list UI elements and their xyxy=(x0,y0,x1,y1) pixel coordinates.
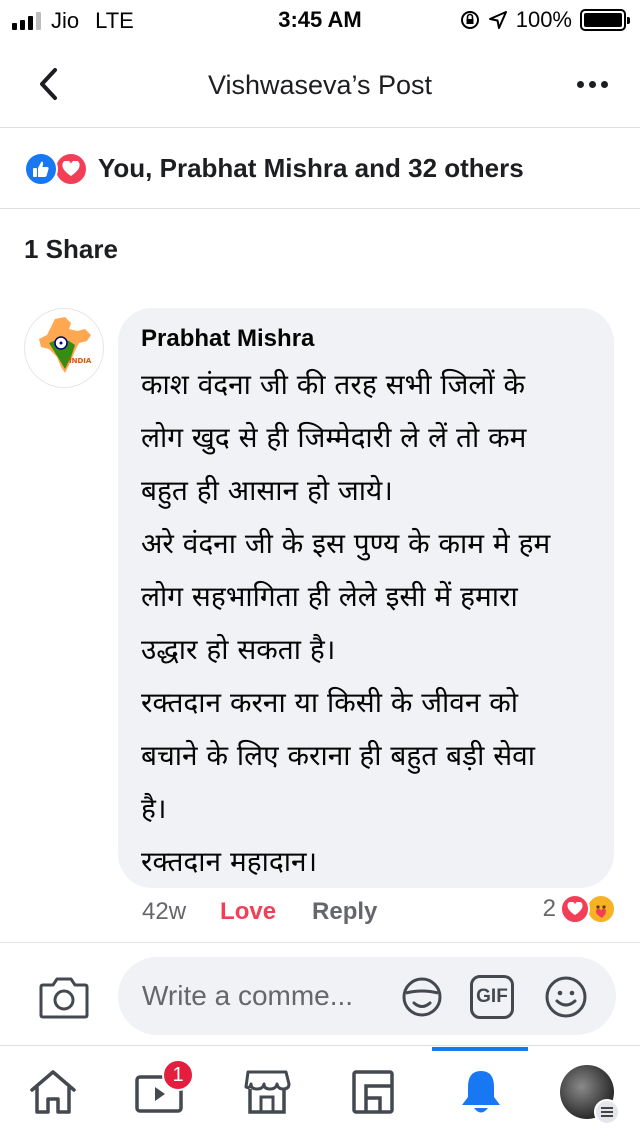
nav-home[interactable] xyxy=(8,1047,98,1136)
battery-percent: 100% xyxy=(515,7,572,32)
camera-icon xyxy=(39,977,89,1019)
comment-reply-button[interactable]: Reply xyxy=(312,898,377,926)
avatar[interactable]: INDIA xyxy=(24,308,104,388)
emoji-icon[interactable] xyxy=(544,975,588,1019)
reactions-summary-text: You, Prabhat Mishra and 32 others xyxy=(98,153,524,183)
gif-button[interactable]: GIF xyxy=(470,975,514,1019)
love-icon xyxy=(54,151,88,186)
nav-notifications[interactable] xyxy=(436,1047,526,1136)
comment-actions: 42w Love Reply xyxy=(142,898,377,926)
bottom-nav: 1 xyxy=(0,1047,640,1136)
bell-icon xyxy=(462,1070,500,1112)
gif-label: GIF xyxy=(476,986,508,1007)
camera-button[interactable] xyxy=(38,973,90,1021)
location-icon xyxy=(488,11,507,29)
post-header: Vishwaseva’s Post xyxy=(0,40,640,128)
notification-badge: 1 xyxy=(162,1059,194,1091)
comment-love-button[interactable]: Love xyxy=(220,898,276,926)
orientation-lock-icon xyxy=(460,11,479,29)
comment-reaction-summary[interactable]: 2 xyxy=(543,894,616,924)
love-icon xyxy=(560,894,590,924)
comment-input-placeholder: Write a comme... xyxy=(142,980,354,1011)
comment-timestamp[interactable]: 42w xyxy=(142,898,186,926)
comment-input[interactable]: Write a comme... GIF xyxy=(118,957,616,1035)
avatar-logo-text: INDIA xyxy=(69,357,92,365)
status-bar: Jio LTE 3:45 AM 100% xyxy=(0,0,640,40)
reactions-summary[interactable]: You, Prabhat Mishra and 32 others xyxy=(0,129,640,209)
more-options-button[interactable] xyxy=(572,68,612,100)
comment-text: काश वंदना जी की तरह सभी जिलों के लोग खुद… xyxy=(141,368,551,878)
pages-icon xyxy=(352,1069,394,1114)
page-title: Vishwaseva’s Post xyxy=(207,70,433,100)
comment-composer: Write a comme... GIF xyxy=(0,942,640,1046)
share-count[interactable]: 1 Share xyxy=(24,234,118,265)
nav-marketplace[interactable] xyxy=(222,1047,312,1136)
comment-bubble[interactable]: Prabhat Mishra काश वंदना जी की तरह सभी ज… xyxy=(118,308,614,888)
comment-reaction-count: 2 xyxy=(542,895,556,922)
nav-watch[interactable]: 1 xyxy=(114,1047,204,1136)
nav-menu[interactable] xyxy=(542,1047,632,1136)
battery-icon xyxy=(580,9,630,31)
india-map-logo: INDIA xyxy=(39,317,92,373)
profile-menu-icon xyxy=(560,1064,620,1125)
more-horizontal-icon xyxy=(576,80,584,88)
marketplace-icon xyxy=(244,1070,291,1114)
home-icon xyxy=(30,1069,76,1114)
nav-pages[interactable] xyxy=(328,1047,418,1136)
sticker-icon[interactable] xyxy=(400,975,444,1019)
like-icon xyxy=(24,151,58,186)
comment-author[interactable]: Prabhat Mishra xyxy=(141,322,592,356)
care-icon xyxy=(586,894,616,924)
menu-icon xyxy=(594,1098,620,1125)
